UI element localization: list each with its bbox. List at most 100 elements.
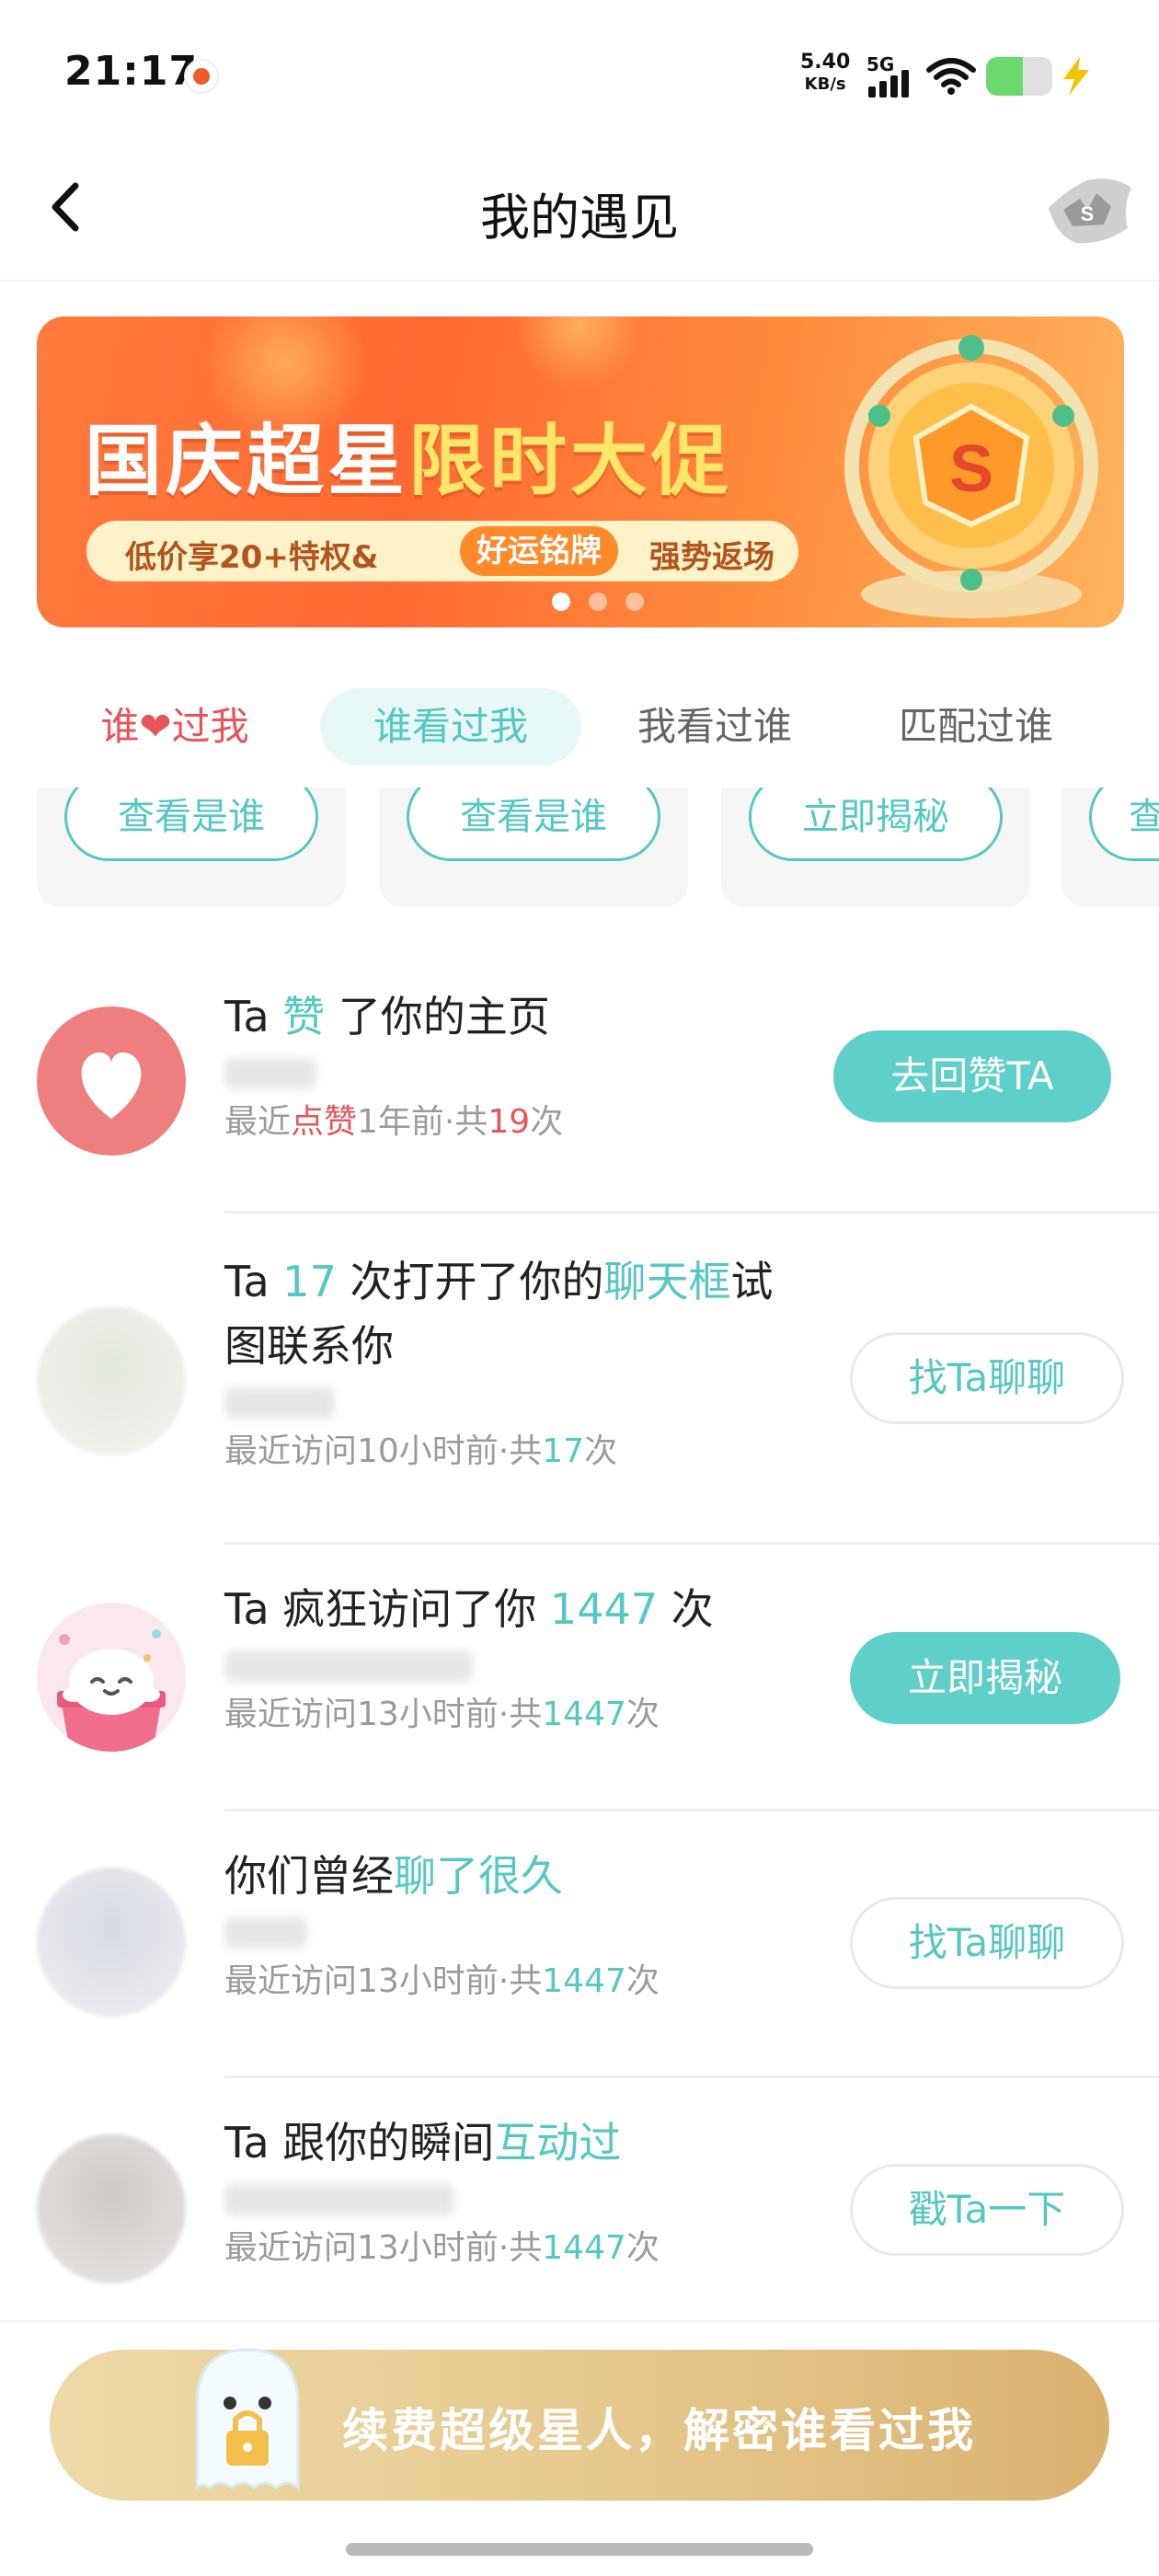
charging-icon [1063,57,1089,96]
like-back-button[interactable]: 去回赞TA [833,1030,1111,1122]
network-speed-unit: KB/s [804,75,846,94]
avatar[interactable] [37,1006,186,1156]
list-item[interactable]: 你们曾经聊了很久 最近访问13小时前·共1447次 找Ta聊聊 [0,1811,1159,2078]
item-title-accent: 聊天框 [603,1257,731,1306]
page-title: 我的遇见 [480,189,679,247]
item-title-part: Ta [224,992,283,1041]
item-title-accent: 赞 [282,992,326,1041]
reveal-now-button[interactable]: 立即揭秘 [850,1632,1120,1724]
reveal-card-button[interactable]: 查看是谁 [407,788,660,861]
meta-part: 次 [584,1432,618,1470]
meta-highlight: 点赞 [291,1103,358,1141]
item-title: Ta 17 次打开了你的聊天框试 [224,1249,773,1314]
meta-part: 次 [530,1103,564,1141]
item-text: Ta 17 次打开了你的聊天框试 图联系你 最近访问10小时前·共17次 [224,1249,773,1476]
meta-count: 1447 [542,1962,626,2000]
chat-button[interactable]: 找Ta聊聊 [850,1332,1124,1424]
reveal-cards-strip: 查看是谁 查看是谁 立即揭秘 查 [0,788,1159,907]
list-item[interactable]: Ta 疯狂访问了你 1447 次 最近访问13小时前·共1447次 立即揭秘 [0,1544,1159,1811]
item-title-accent: 17 [282,1257,337,1306]
item-text: Ta 跟你的瞬间互动过 最近访问13小时前·共1447次 [224,2110,660,2272]
item-text: Ta 赞 了你的主页 最近点赞1年前·共19次 [224,984,563,1146]
poke-button[interactable]: 戳Ta一下 [850,2164,1124,2256]
reveal-card: 查 [1061,788,1159,907]
list-item[interactable]: Ta 跟你的瞬间互动过 最近访问13小时前·共1447次 戳Ta一下 [0,2077,1159,2320]
battery-fill [986,57,1023,96]
item-title: 你们曾经聊了很久 [224,1844,660,1908]
tab-who-i-matched[interactable]: 匹配过谁 [861,688,1091,765]
meta-count: 17 [542,1432,585,1470]
heart-icon: ❤ [139,704,172,749]
tab-who-i-viewed[interactable]: 我看过谁 [600,688,830,765]
bottom-promo-area: 续费超级星人，解密谁看过我 [0,2320,1159,2576]
heart-icon [81,1052,142,1119]
item-title-part: 次 [658,1584,714,1634]
item-meta: 最近访问10小时前·共17次 [224,1428,773,1476]
banner-subtitle-tag: 好运铭牌 [460,526,618,576]
banner-subtitle-right: 强势返场 [649,539,775,576]
item-meta: 最近访问13小时前·共1447次 [224,2225,660,2272]
meta-part: 最近访问13小时前·共 [224,1696,543,1733]
meta-part: 1年前·共 [357,1103,488,1141]
meta-part: 最近访问13小时前·共 [224,1962,543,2000]
avatar[interactable] [37,1306,186,1455]
blurred-username [224,2184,454,2215]
tab-who-liked-me[interactable]: 谁❤过我 [55,688,294,765]
avatar[interactable] [37,2134,186,2283]
banner-subtitle-left: 低价享20+特权& [125,539,379,576]
banner-dot[interactable] [589,592,607,611]
reveal-card: 查看是谁 [37,788,346,907]
svg-text:S: S [1081,202,1095,225]
meta-part: 最近访问13小时前·共 [224,2229,543,2267]
item-title-line2: 图联系你 [224,1321,394,1371]
banner-title: 国庆超星限时大促 [85,399,732,511]
item-title-part: Ta 疯狂访问了你 [224,1584,550,1634]
medal-trophy-icon: S [844,335,1098,618]
promo-text: 续费超级星人，解密谁看过我 [342,2404,976,2457]
blurred-username [224,1387,335,1419]
reveal-card-button[interactable]: 查 [1089,788,1159,861]
firework-decoration [515,316,644,390]
home-indicator[interactable] [346,2543,813,2556]
avatar[interactable] [37,1868,186,2017]
item-text: Ta 疯狂访问了你 1447 次 最近访问13小时前·共1447次 [224,1577,714,1739]
banner-dot[interactable] [625,592,644,611]
blurred-username [224,1917,307,1949]
banner-pagination [552,592,644,611]
tab-label-pre: 谁 [100,704,140,749]
item-title-part: Ta 跟你的瞬间 [224,2118,495,2168]
list-item[interactable]: Ta 赞 了你的主页 最近点赞1年前·共19次 去回赞TA [0,975,1159,1213]
tab-label-post: 过我 [171,704,249,749]
item-title-part: 次打开了你的 [336,1257,604,1306]
meta-part: 次 [625,2229,660,2267]
meta-count: 1447 [542,1696,626,1733]
item-title-accent: 互动过 [494,2118,622,2168]
list-item[interactable]: Ta 17 次打开了你的聊天框试 图联系你 最近访问10小时前·共17次 找Ta… [0,1213,1159,1545]
meta-part: 最近访问10小时前·共 [224,1432,543,1470]
tab-bar: 谁❤过我 谁看过我 我看过谁 匹配过谁 [0,681,1159,773]
item-title-part: 了你的主页 [325,992,550,1041]
banner-dot[interactable] [552,592,570,611]
network-speed: 5.40 KB/s [800,52,850,96]
network-speed-value: 5.40 [800,51,851,74]
reveal-card-button[interactable]: 立即揭秘 [749,788,1003,861]
item-meta: 最近点赞1年前·共19次 [224,1098,563,1146]
chat-button[interactable]: 找Ta聊聊 [850,1897,1124,1989]
item-title-part: Ta [224,1257,283,1306]
renew-promo-button[interactable]: 续费超级星人，解密谁看过我 [50,2348,1109,2501]
blurred-username [224,1058,316,1089]
super-star-badge-icon[interactable]: S [1039,171,1135,248]
banner-title-part2: 限时大促 [408,416,733,506]
signal-icon [868,68,914,98]
banner-title-part1: 国庆超星 [85,416,409,506]
svg-text:S: S [949,432,993,506]
meta-part: 次 [625,1696,660,1733]
meta-part: 最近 [224,1103,292,1141]
item-title-accent: 聊了很久 [394,1851,563,1901]
avatar[interactable] [37,1603,186,1752]
meta-count: 1447 [542,2229,626,2267]
promo-banner[interactable]: 国庆超星限时大促 低价享20+特权& 好运铭牌 强势返场 S [37,316,1124,627]
ghost-lock-icon [195,2348,300,2491]
tab-who-viewed-me[interactable]: 谁看过我 [320,688,581,765]
reveal-card-button[interactable]: 查看是谁 [64,788,318,861]
